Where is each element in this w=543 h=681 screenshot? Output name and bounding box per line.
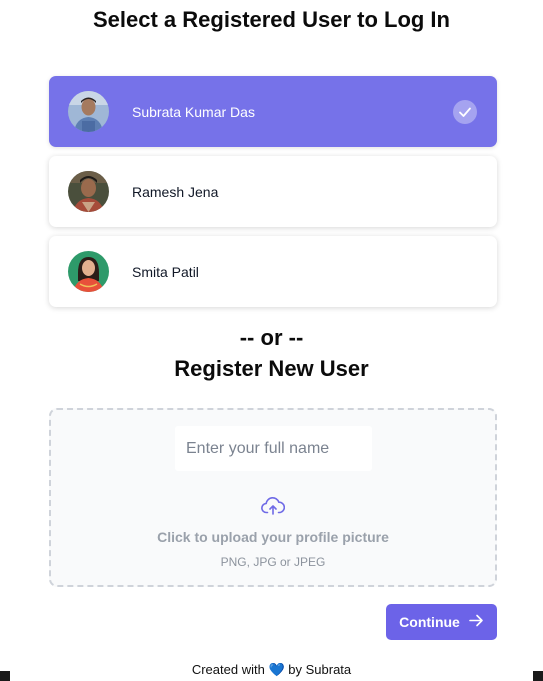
register-title: Register New User	[174, 356, 369, 381]
window-corner	[0, 671, 10, 681]
avatar	[68, 251, 109, 292]
register-dropzone[interactable]: Click to upload your profile picture PNG…	[49, 408, 497, 587]
window-corner	[533, 671, 543, 681]
avatar	[68, 91, 109, 132]
arrow-right-icon	[469, 614, 484, 630]
upload-label[interactable]: Click to upload your profile picture	[51, 529, 495, 545]
avatar	[68, 171, 109, 212]
user-name: Ramesh Jena	[132, 183, 219, 200]
user-name: Subrata Kumar Das	[132, 103, 255, 120]
footer: Created with 💙 by Subrata	[0, 662, 543, 678]
full-name-input[interactable]	[175, 426, 372, 471]
user-card-smita[interactable]: Smita Patil	[49, 236, 497, 307]
or-divider: -- or --	[239, 325, 304, 350]
check-icon	[453, 100, 477, 124]
footer-suffix: by Subrata	[288, 662, 352, 677]
continue-label: Continue	[399, 614, 460, 630]
user-card-subrata[interactable]: Subrata Kumar Das	[49, 76, 497, 147]
footer-prefix: Created with	[191, 662, 265, 677]
heart-icon: 💙	[268, 662, 285, 677]
user-card-ramesh[interactable]: Ramesh Jena	[49, 156, 497, 227]
upload-hint: PNG, JPG or JPEG	[220, 555, 326, 569]
continue-button[interactable]: Continue	[386, 604, 497, 640]
user-name: Smita Patil	[132, 263, 199, 280]
cloud-upload-icon[interactable]	[261, 496, 286, 521]
page-title: Select a Registered User to Log In	[93, 7, 450, 32]
user-list: Subrata Kumar Das Ramesh Jena Smita Pati…	[49, 76, 497, 316]
